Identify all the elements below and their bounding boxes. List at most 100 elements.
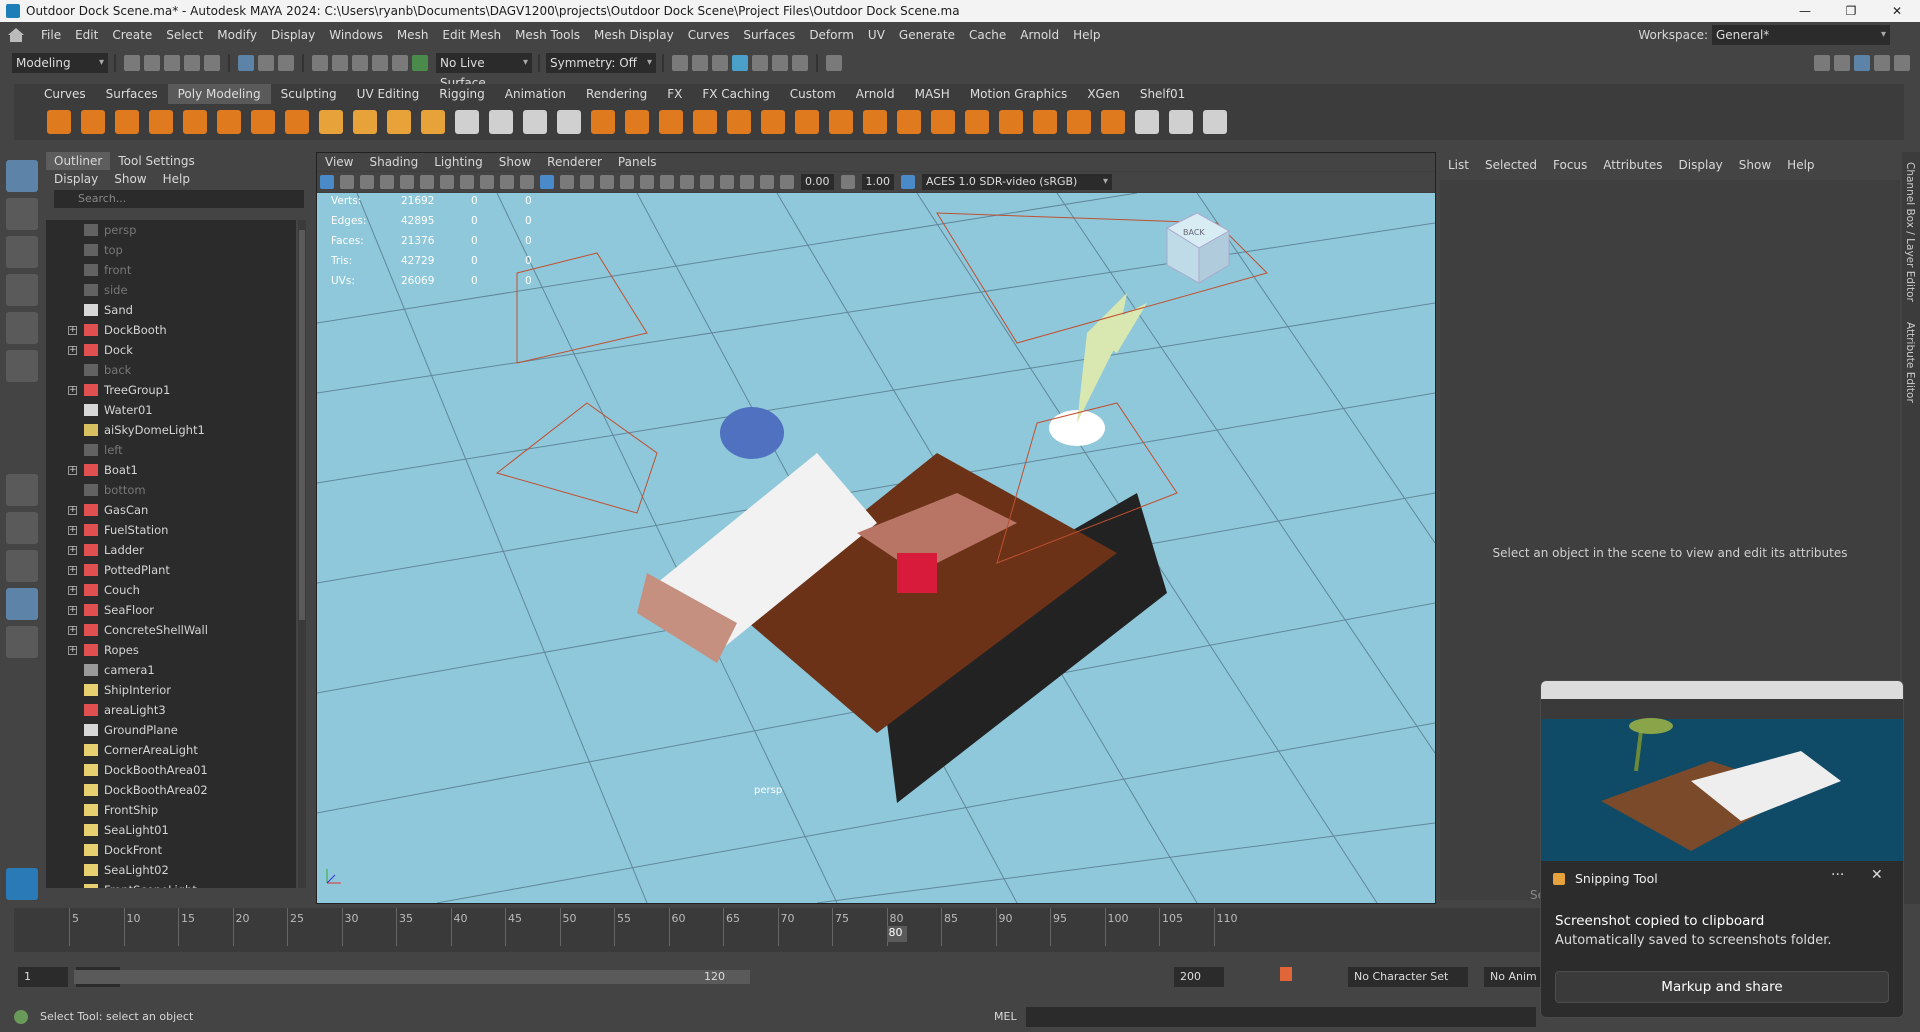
xray-components-icon[interactable] <box>760 175 774 189</box>
save-scene-icon[interactable] <box>164 55 180 71</box>
viewport-scene[interactable]: persp BACK Verts: 21692 0 0 Edges: 42895 0 0 F… <box>317 193 1435 903</box>
outliner-menu-show[interactable]: Show <box>106 170 154 188</box>
close-icon[interactable]: ✕ <box>1871 867 1883 883</box>
select-by-hierarchy-icon[interactable] <box>238 55 254 71</box>
shelf-tool-icon[interactable] <box>1033 110 1057 134</box>
menu-mesh[interactable]: Mesh <box>390 28 436 42</box>
menu-help[interactable]: Help <box>1066 28 1107 42</box>
shelf-tool-icon[interactable] <box>217 110 241 134</box>
persp-outliner-layout-icon[interactable] <box>6 550 38 582</box>
expand-icon[interactable]: + <box>68 345 77 355</box>
shelf-tool-icon[interactable] <box>999 110 1023 134</box>
outliner-item[interactable]: persp <box>46 220 296 240</box>
outliner-item[interactable]: + SeaFloor <box>46 600 296 620</box>
tab-outliner[interactable]: Outliner <box>46 152 111 170</box>
shelf-tab-motion-graphics[interactable]: Motion Graphics <box>960 84 1078 104</box>
select-by-object-icon[interactable] <box>258 55 274 71</box>
screenshot-thumbnail[interactable] <box>1541 681 1903 861</box>
menu-uv[interactable]: UV <box>861 28 892 42</box>
shelf-tab-shelf01[interactable]: Shelf01 <box>1130 84 1195 104</box>
xray-icon[interactable] <box>720 175 734 189</box>
home-icon[interactable] <box>8 28 26 42</box>
shelf-tab-fx-caching[interactable]: FX Caching <box>692 84 779 104</box>
expand-icon[interactable]: + <box>68 325 77 335</box>
shelf-tool-icon[interactable] <box>965 110 989 134</box>
script-language-toggle[interactable]: MEL <box>994 1010 1017 1023</box>
view-cube[interactable]: BACK <box>1165 212 1231 284</box>
current-frame-indicator[interactable]: 80 <box>886 926 907 942</box>
outliner-search-input[interactable]: Search... <box>54 190 304 208</box>
markup-and-share-button[interactable]: Markup and share <box>1555 971 1889 1003</box>
move-tool-icon[interactable] <box>6 274 38 306</box>
outliner-item[interactable]: + FuelStation <box>46 520 296 540</box>
exposure-icon[interactable] <box>780 175 794 189</box>
outliner-item[interactable]: left <box>46 440 296 460</box>
outliner-item[interactable]: FrontShip <box>46 800 296 820</box>
shelf-tab-rigging[interactable]: Rigging <box>429 84 494 104</box>
minimize-button[interactable]: — <box>1782 0 1828 22</box>
shelf-tool-icon[interactable] <box>47 110 71 134</box>
menu-mesh-tools[interactable]: Mesh Tools <box>508 28 587 42</box>
rotate-tool-icon[interactable] <box>6 312 38 344</box>
ambient-occlusion-icon[interactable] <box>640 175 654 189</box>
render-settings-icon[interactable] <box>732 55 748 71</box>
menu-arnold[interactable]: Arnold <box>1013 28 1066 42</box>
shelf-tool-icon[interactable] <box>149 110 173 134</box>
resolution-gate-icon[interactable] <box>440 175 454 189</box>
select-tool-icon[interactable] <box>6 160 38 192</box>
shelf-tool-icon[interactable] <box>761 110 785 134</box>
character-set-select[interactable]: No Character Set <box>1348 967 1468 987</box>
attr-menu-attributes[interactable]: Attributes <box>1595 158 1670 172</box>
make-live-icon[interactable] <box>412 55 428 71</box>
menu-select[interactable]: Select <box>159 28 210 42</box>
outliner-item[interactable]: back <box>46 360 296 380</box>
select-by-component-icon[interactable] <box>278 55 294 71</box>
outliner-item[interactable]: front <box>46 260 296 280</box>
shelf-tool-icon[interactable] <box>795 110 819 134</box>
color-management-icon[interactable] <box>901 175 915 189</box>
menu-file[interactable]: File <box>34 28 68 42</box>
maximize-button[interactable]: ❐ <box>1828 0 1874 22</box>
shelf-tool-icon[interactable] <box>455 110 479 134</box>
auto-key-icon[interactable] <box>1280 967 1292 981</box>
render-view-icon[interactable] <box>672 55 688 71</box>
hypershade-icon[interactable] <box>752 55 768 71</box>
viewport-menu-show[interactable]: Show <box>491 155 539 169</box>
outliner-item[interactable]: Water01 <box>46 400 296 420</box>
menu-windows[interactable]: Windows <box>322 28 390 42</box>
smooth-shade-icon[interactable] <box>540 175 554 189</box>
tool-settings-toggle-icon[interactable] <box>1874 55 1890 71</box>
menu-modify[interactable]: Modify <box>210 28 264 42</box>
range-slider[interactable] <box>74 970 750 984</box>
viewport-menu-lighting[interactable]: Lighting <box>426 155 491 169</box>
menu-display[interactable]: Display <box>264 28 322 42</box>
shelf-tool-icon[interactable] <box>931 110 955 134</box>
pause-render-icon[interactable] <box>792 55 808 71</box>
grid-icon[interactable] <box>400 175 414 189</box>
shelf-tool-icon[interactable] <box>863 110 887 134</box>
shelf-tool-icon[interactable] <box>659 110 683 134</box>
shelf-tool-icon[interactable] <box>1203 110 1227 134</box>
view-transform-select[interactable]: ACES 1.0 SDR-video (sRGB) <box>922 174 1112 190</box>
animation-start-field[interactable]: 1 <box>18 967 68 987</box>
wireframe-on-shaded-icon[interactable] <box>560 175 574 189</box>
tab-tool-settings[interactable]: Tool Settings <box>110 152 202 170</box>
snap-grid-icon[interactable] <box>312 55 328 71</box>
shelf-tab-poly-modeling[interactable]: Poly Modeling <box>167 84 271 104</box>
outliner-item[interactable]: side <box>46 280 296 300</box>
isolate-select-icon[interactable] <box>700 175 714 189</box>
paint-select-tool-icon[interactable] <box>6 236 38 268</box>
shelf-tab-rendering[interactable]: Rendering <box>576 84 657 104</box>
outliner-item[interactable]: areaLight3 <box>46 700 296 720</box>
expand-icon[interactable]: + <box>68 645 77 655</box>
tab-channel-box-layer-editor[interactable]: Channel Box / Layer Editor <box>1904 162 1916 302</box>
shelf-tool-icon[interactable] <box>693 110 717 134</box>
xray-joints-icon[interactable] <box>740 175 754 189</box>
menu-surfaces[interactable]: Surfaces <box>736 28 802 42</box>
expand-icon[interactable]: + <box>68 625 77 635</box>
search-icon[interactable] <box>6 626 38 658</box>
viewport-menu-panels[interactable]: Panels <box>610 155 665 169</box>
outliner-item[interactable]: + Ropes <box>46 640 296 660</box>
shelf-tab-surfaces[interactable]: Surfaces <box>96 84 168 104</box>
shelf-tab-custom[interactable]: Custom <box>780 84 846 104</box>
